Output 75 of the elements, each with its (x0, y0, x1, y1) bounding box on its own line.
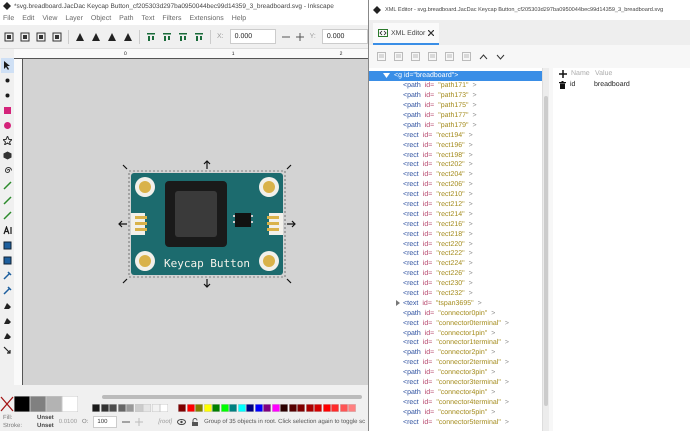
trash-icon[interactable] (559, 80, 566, 88)
circle-icon (2, 121, 12, 130)
palette-scrollbar[interactable] (102, 395, 362, 399)
color-swatch[interactable] (254, 404, 262, 412)
color-swatch[interactable] (143, 404, 151, 412)
align-icon[interactable] (178, 32, 188, 42)
lock-icon[interactable] (191, 418, 200, 426)
star-icon (2, 136, 12, 145)
mesh-icon (2, 256, 12, 265)
color-swatch[interactable] (134, 404, 142, 412)
color-swatch[interactable] (340, 404, 348, 412)
expanded-arrow-icon[interactable] (383, 73, 390, 78)
color-swatch[interactable] (306, 404, 314, 412)
color-swatch[interactable] (220, 404, 228, 412)
square-icon (2, 106, 12, 115)
color-swatch[interactable] (331, 404, 339, 412)
spiral-icon (2, 166, 12, 175)
close-icon[interactable] (428, 30, 434, 36)
color-swatch[interactable] (288, 404, 296, 412)
text-icon (2, 226, 12, 235)
color-swatch[interactable] (212, 404, 220, 412)
pointer-icon (2, 61, 12, 70)
tree-scrollbar[interactable] (542, 68, 549, 431)
color-swatch[interactable] (160, 404, 168, 412)
align-icon[interactable] (146, 32, 156, 42)
drawing-canvas[interactable]: Keycap Button (23, 59, 368, 385)
code-icon (378, 29, 388, 37)
plus-icon[interactable] (296, 32, 304, 40)
app-logo-icon (3, 2, 11, 10)
color-swatch[interactable] (30, 396, 46, 412)
eye-icon[interactable] (177, 418, 186, 426)
color-swatch[interactable] (297, 404, 305, 412)
color-swatch[interactable] (109, 404, 117, 412)
color-swatch[interactable] (229, 404, 237, 412)
color-swatch[interactable] (186, 404, 194, 412)
color-swatch[interactable] (322, 404, 330, 412)
add-icon[interactable] (559, 70, 567, 78)
color-swatch[interactable] (92, 404, 100, 412)
color-swatch[interactable] (46, 396, 62, 412)
color-swatch[interactable] (126, 404, 134, 412)
cube-icon (2, 151, 12, 160)
node-tool-icon[interactable] (428, 52, 437, 61)
color-swatch[interactable] (204, 404, 212, 412)
color-swatch[interactable] (238, 404, 246, 412)
node-tool-icon[interactable] (445, 52, 454, 61)
no-paint-icon[interactable] (0, 396, 14, 412)
color-swatch[interactable] (246, 404, 254, 412)
node-tool-icon[interactable] (411, 52, 420, 61)
color-swatch[interactable] (62, 396, 78, 412)
circuit-board-drawing[interactable] (131, 173, 283, 275)
color-swatch[interactable] (14, 396, 30, 412)
color-swatch[interactable] (314, 404, 322, 412)
app-logo-icon (373, 6, 381, 14)
bucket-icon (2, 301, 12, 310)
color-swatch[interactable] (118, 404, 126, 412)
gradient-icon (2, 241, 12, 250)
color-swatch[interactable] (272, 404, 280, 412)
color-swatch[interactable] (280, 404, 288, 412)
color-swatch[interactable] (178, 404, 186, 412)
color-swatch[interactable] (348, 404, 356, 412)
node-tool-icon[interactable] (394, 52, 403, 61)
board-label: Keycap Button (164, 257, 250, 270)
color-swatch[interactable] (195, 404, 203, 412)
connector-icon (2, 346, 12, 355)
collapsed-arrow-icon[interactable] (396, 300, 400, 306)
tool-button[interactable] (0, 58, 14, 73)
color-swatch[interactable] (263, 404, 271, 412)
node-tool-icon[interactable] (377, 52, 386, 61)
color-swatch[interactable] (100, 404, 108, 412)
tool-button[interactable] (0, 133, 14, 148)
align-icon[interactable] (194, 32, 204, 42)
align-icon[interactable] (162, 32, 172, 42)
selection-box[interactable] (118, 160, 296, 288)
color-swatch[interactable] (152, 404, 160, 412)
node-tool-icon[interactable] (462, 52, 471, 61)
